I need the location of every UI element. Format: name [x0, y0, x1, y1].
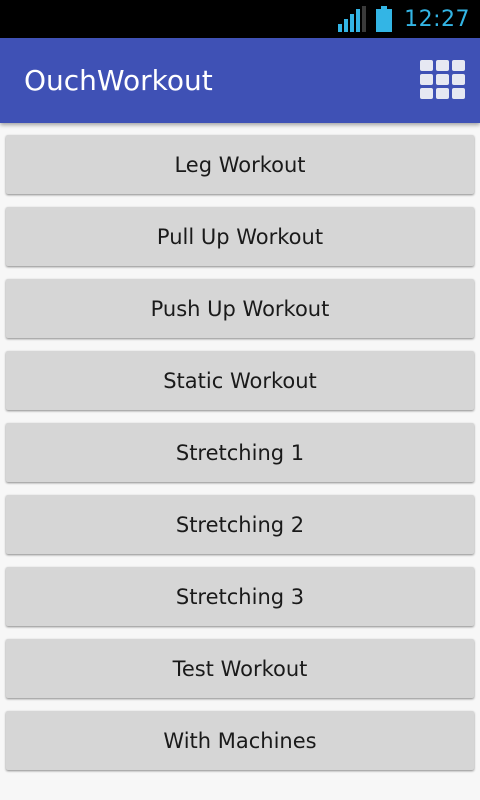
app-title: OuchWorkout	[24, 64, 213, 97]
stretching-1-button[interactable]: Stretching 1	[6, 423, 474, 482]
stretching-2-button[interactable]: Stretching 2	[6, 495, 474, 554]
app-bar: OuchWorkout	[0, 38, 480, 123]
status-clock: 12:27	[404, 6, 470, 32]
stretching-3-button[interactable]: Stretching 3	[6, 567, 474, 626]
battery-icon	[376, 6, 393, 32]
test-workout-button[interactable]: Test Workout	[6, 639, 474, 698]
push-up-workout-button[interactable]: Push Up Workout	[6, 279, 474, 338]
grid-menu-icon[interactable]	[420, 59, 466, 102]
workout-list: Leg Workout Pull Up Workout Push Up Work…	[0, 123, 480, 800]
with-machines-button[interactable]: With Machines	[6, 711, 474, 770]
leg-workout-button[interactable]: Leg Workout	[6, 135, 474, 194]
signal-icon	[338, 6, 367, 32]
pull-up-workout-button[interactable]: Pull Up Workout	[6, 207, 474, 266]
static-workout-button[interactable]: Static Workout	[6, 351, 474, 410]
status-bar: 12:27	[0, 0, 480, 38]
